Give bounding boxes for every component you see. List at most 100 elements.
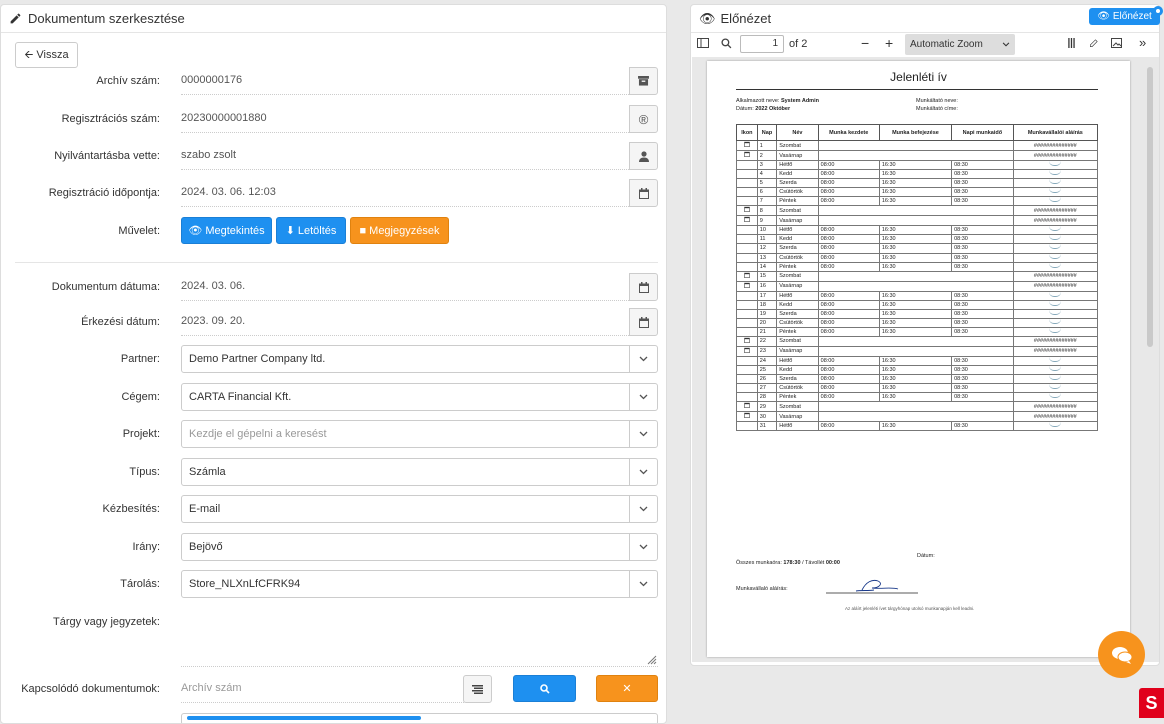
action-label: Művelet: — [118, 225, 160, 237]
row-icon-cell — [736, 178, 758, 189]
storage-value: Store_NLXnLfCFRK94 — [189, 578, 301, 590]
partner-select[interactable]: Demo Partner Company ltd. — [181, 345, 658, 373]
preview-toggle-button[interactable]: 👁 Előnézet — [1089, 8, 1160, 25]
back-button[interactable]: 🡨 Vissza — [15, 42, 78, 68]
subject-textarea[interactable] — [181, 631, 658, 667]
project-select[interactable]: Kezdje el gépelni a keresést — [181, 420, 658, 448]
double-chevron-right-icon[interactable]: » — [1139, 35, 1146, 50]
pdf-viewer[interactable]: Jelenléti ív Alkalmazott neve: System Ad… — [692, 57, 1159, 662]
image-icon[interactable] — [1111, 38, 1122, 51]
hours-cell: 08:30 — [951, 326, 1014, 337]
table-row: 15 Szombat ############## — [736, 270, 1099, 282]
notes-button[interactable]: ■ Megjegyzések — [350, 217, 449, 244]
dayname-cell: Péntek — [776, 392, 819, 403]
off-mark-cell: ############## — [1012, 411, 1099, 423]
end-cell: 16:30 — [878, 178, 953, 189]
row-icon-cell — [736, 234, 758, 245]
off-mark-cell: ############## — [1012, 335, 1099, 347]
registered-by-row: Nyilvántartásba vette: szabo zsolt — [1, 142, 666, 170]
dayname-cell: Péntek — [776, 196, 819, 207]
row-icon-cell — [736, 411, 758, 423]
hours-cell: 08:30 — [951, 392, 1014, 403]
day-cell: 17 — [756, 290, 778, 301]
sidebar-toggle-icon[interactable] — [697, 38, 709, 51]
row-icon-cell — [736, 299, 758, 310]
dayname-cell: Szombat — [776, 140, 819, 151]
empty-cell — [817, 280, 1014, 292]
dayname-cell: Szerda — [776, 178, 819, 189]
storage-select[interactable]: Store_NLXnLfCFRK94 — [181, 570, 658, 598]
eye-icon: 👁 — [188, 225, 203, 237]
row-icon-cell — [736, 421, 758, 432]
signature-mark — [1049, 292, 1062, 297]
related-row: Kapcsolódó dokumentumok: Archív szám ✕ — [1, 675, 666, 703]
related-input[interactable]: Archív szám — [181, 675, 464, 703]
end-cell: 16:30 — [878, 299, 953, 310]
archive-box-icon — [629, 67, 658, 95]
calendar-icon[interactable] — [629, 308, 658, 336]
absent-label: / Távollét — [802, 560, 825, 566]
dayname-cell: Csütörtök — [776, 383, 819, 394]
view-button[interactable]: 👁 Megtekintés — [181, 217, 272, 244]
signature-cell — [1012, 187, 1099, 198]
signature-mark — [1049, 328, 1062, 333]
dayname-cell: Hétfő — [776, 290, 819, 301]
zoom-in-icon[interactable]: + — [885, 35, 893, 51]
end-cell: 16:30 — [878, 243, 953, 254]
doc-date-value: 2022 Október — [755, 106, 791, 112]
row-icon-cell — [736, 374, 758, 385]
end-cell: 16:30 — [878, 308, 953, 319]
company-select[interactable]: CARTA Financial Kft. — [181, 383, 658, 411]
chevron-down-icon — [629, 384, 657, 410]
dayname-cell: Csütörtök — [776, 252, 819, 263]
hours-cell: 08:30 — [951, 243, 1014, 254]
end-cell: 16:30 — [878, 374, 953, 385]
zoom-select[interactable]: Automatic Zoom — [905, 34, 1015, 55]
sign-label: Munkavállaló aláírás: — [736, 586, 788, 592]
gear-icon[interactable] — [1152, 4, 1164, 18]
empty-cell — [817, 270, 1014, 282]
signature-cell — [1012, 299, 1099, 310]
search-icon[interactable] — [721, 38, 732, 52]
doc-date-input[interactable]: 2024. 03. 06. — [181, 273, 631, 301]
delivery-select[interactable]: E-mail — [181, 495, 658, 523]
related-list — [181, 713, 658, 723]
chevron-down-icon — [629, 459, 657, 485]
off-mark-cell: ############## — [1012, 150, 1099, 161]
direction-select[interactable]: Bejövő — [181, 533, 658, 561]
download-button[interactable]: ⬇ Letöltés — [276, 217, 346, 244]
search-button[interactable] — [513, 675, 576, 702]
page-number-input[interactable]: 1 — [740, 35, 784, 53]
row-icon-cell — [736, 243, 758, 254]
row-icon-cell — [736, 261, 758, 272]
clear-button[interactable]: ✕ — [596, 675, 658, 702]
table-row: 2 Vasárnap ############## — [736, 150, 1099, 161]
day-cell: 13 — [756, 252, 778, 263]
signature-mark — [1049, 161, 1062, 167]
viewer-scrollbar[interactable] — [1147, 67, 1153, 347]
start-cell: 08:00 — [817, 383, 880, 394]
zoom-out-icon[interactable]: − — [861, 35, 869, 51]
pdf-toolbar: 1 of 2 − + Automatic Zoom Ⅲ » — [691, 33, 1159, 57]
end-cell: 16:30 — [878, 187, 953, 198]
draw-icon[interactable] — [1089, 37, 1100, 51]
arrival-input[interactable]: 2023. 09. 20. — [181, 308, 631, 336]
resize-handle-icon[interactable] — [647, 655, 657, 665]
table-row: 29 Szombat ############## — [736, 401, 1099, 413]
chat-button[interactable] — [1098, 631, 1145, 678]
day-cell: 23 — [756, 345, 778, 357]
back-label: Vissza — [36, 49, 69, 61]
list-icon[interactable] — [463, 675, 492, 703]
dayname-cell: Vasárnap — [776, 411, 819, 423]
type-select[interactable]: Számla — [181, 458, 658, 486]
hours-cell: 08:30 — [951, 421, 1014, 432]
table-row: 6 Csütörtök 08:00 16:30 08:30 — [736, 187, 1099, 198]
signature-mark — [1049, 170, 1062, 176]
text-cursor-icon[interactable]: Ⅲ — [1067, 36, 1076, 52]
hours-cell: 08:30 — [951, 225, 1014, 236]
calendar-icon[interactable] — [629, 273, 658, 301]
calendar-icon — [744, 207, 750, 213]
day-cell: 14 — [756, 261, 778, 272]
table-row: 23 Vasárnap ############## — [736, 345, 1099, 357]
start-cell: 08:00 — [817, 261, 880, 272]
